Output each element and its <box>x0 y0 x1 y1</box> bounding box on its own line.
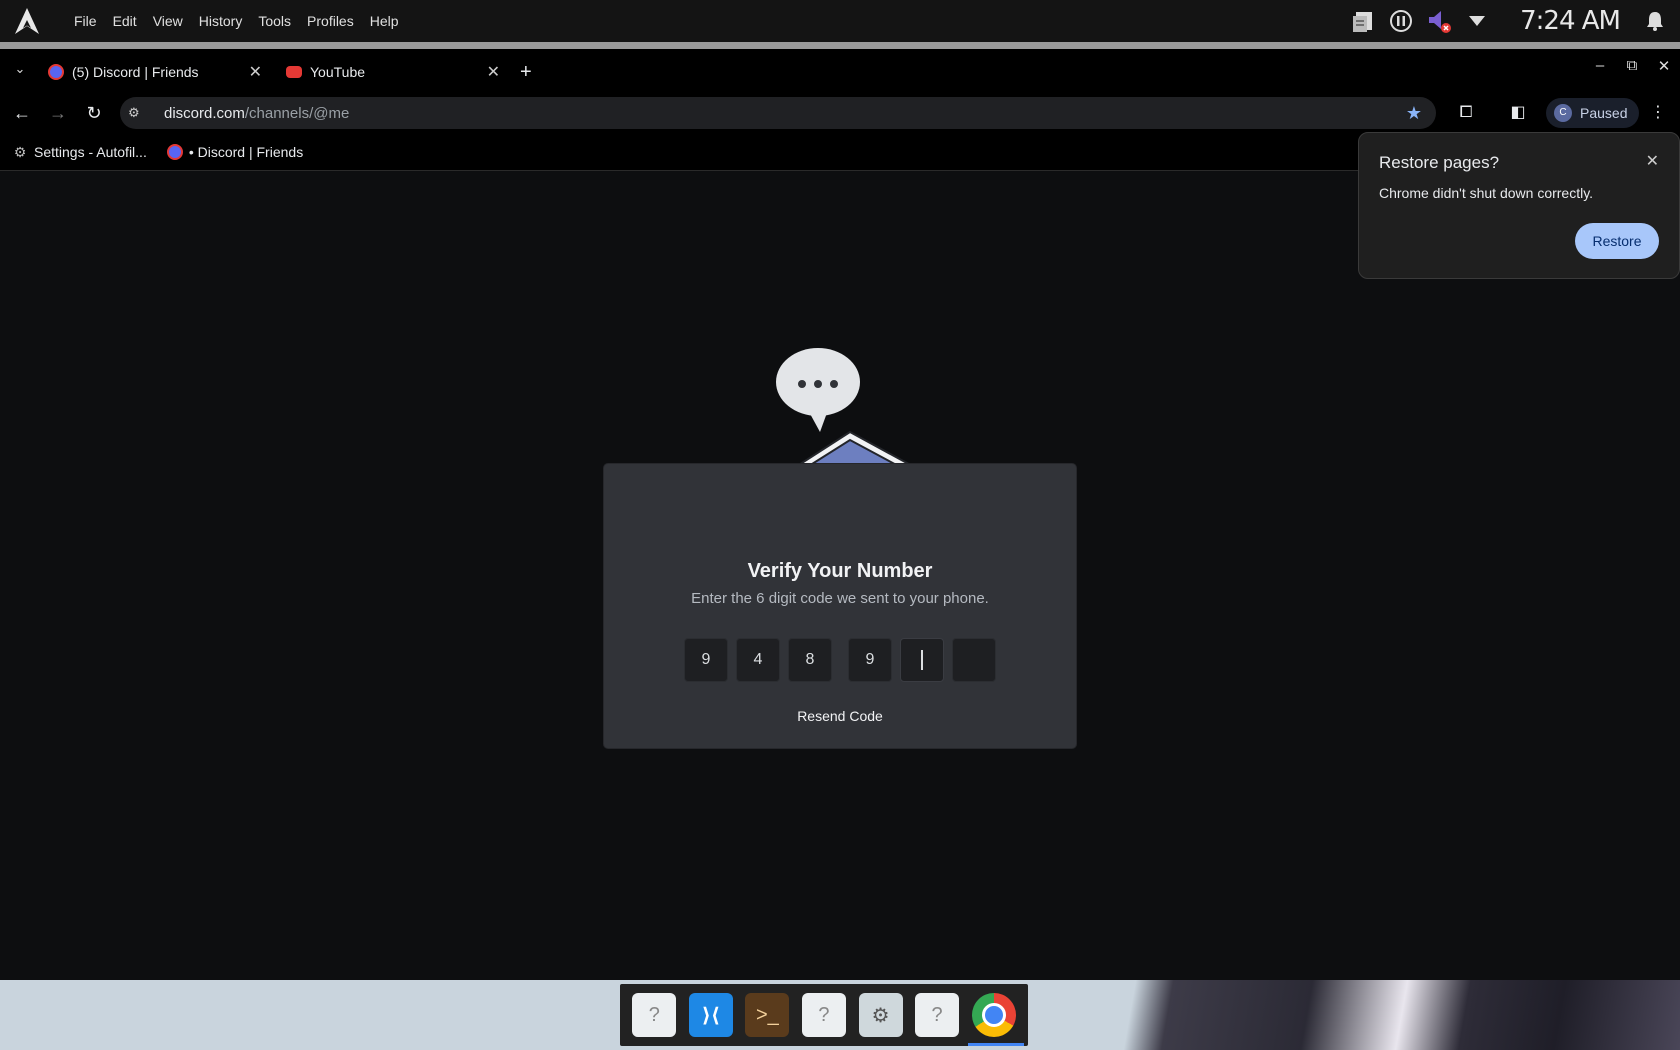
menu-history[interactable]: History <box>191 13 251 29</box>
new-tab-icon[interactable]: + <box>520 61 532 84</box>
bookmark-settings-autofill[interactable]: ⚙ Settings - Autofil... <box>12 144 147 160</box>
code-digit-3[interactable]: 8 <box>788 638 832 682</box>
menu-help[interactable]: Help <box>362 13 407 29</box>
site-info-icon[interactable]: ⚙ <box>128 105 148 121</box>
menu-edit[interactable]: Edit <box>105 13 145 29</box>
forward-icon[interactable]: → <box>46 101 70 125</box>
profile-button[interactable]: C Paused <box>1546 98 1640 128</box>
menu-view[interactable]: View <box>145 13 191 29</box>
discord-icon <box>166 143 183 160</box>
tab-strip: ⌄ (5) Discord | Friends ✕ YouTube ✕ + – … <box>0 49 1680 93</box>
bell-icon[interactable] <box>1642 8 1668 34</box>
close-window-icon[interactable]: ✕ <box>1648 57 1680 75</box>
unknown-file-icon[interactable]: ? <box>632 993 677 1037</box>
verify-number-modal: Verify Your Number Enter the 6 digit cod… <box>604 464 1076 748</box>
code-digit-1[interactable]: 9 <box>684 638 728 682</box>
close-icon[interactable]: ✕ <box>1646 151 1659 171</box>
tab-youtube[interactable]: YouTube ✕ <box>286 55 500 89</box>
tab-search-chevron-icon[interactable]: ⌄ <box>10 59 30 79</box>
clipboard-icon[interactable] <box>1350 8 1376 34</box>
url-path: /channels/@me <box>244 104 350 122</box>
desktop-dock-area: ? ⟩⟨ >_ ? ⚙ ? <box>0 980 1680 1050</box>
window-controls: – ⧉ ✕ <box>1584 57 1680 75</box>
bookmark-star-icon[interactable]: ★ <box>1406 103 1422 124</box>
close-tab-icon[interactable]: ✕ <box>487 62 500 82</box>
extensions-icon[interactable]: ⧠ <box>1454 101 1478 125</box>
tab-title: YouTube <box>310 64 366 80</box>
chevron-down-icon[interactable] <box>1464 8 1490 34</box>
modal-subtitle: Enter the 6 digit code we sent to your p… <box>691 590 989 607</box>
reload-icon[interactable]: ↻ <box>82 101 106 125</box>
settings-icon[interactable]: ⚙ <box>858 993 903 1037</box>
discord-icon <box>48 64 64 80</box>
pause-icon[interactable] <box>1388 8 1414 34</box>
resend-code-link[interactable]: Resend Code <box>604 708 1076 724</box>
app-menu: File Edit View History Tools Profiles He… <box>66 13 407 29</box>
tab-discord[interactable]: (5) Discord | Friends ✕ <box>48 55 262 89</box>
url-text: discord.com/channels/@me <box>164 105 349 122</box>
avatar: C <box>1554 104 1572 122</box>
profile-status: Paused <box>1580 105 1628 121</box>
code-digit-4[interactable]: 9 <box>848 638 892 682</box>
code-digit-6[interactable] <box>952 638 996 682</box>
menu-file[interactable]: File <box>66 13 105 29</box>
system-menu-bar: File Edit View History Tools Profiles He… <box>0 0 1680 42</box>
gear-icon: ⚙ <box>13 143 27 160</box>
bookmark-discord-friends[interactable]: • Discord | Friends <box>166 143 304 160</box>
modal-title: Verify Your Number <box>747 560 933 582</box>
tab-title: (5) Discord | Friends <box>72 64 199 80</box>
youtube-icon <box>286 66 302 78</box>
chrome-icon[interactable] <box>971 993 1016 1037</box>
unknown-file-icon[interactable]: ? <box>801 993 846 1037</box>
restore-window-icon[interactable]: ⧉ <box>1616 57 1648 75</box>
text-caret <box>921 649 923 670</box>
popup-body: Chrome didn't shut down correctly. <box>1379 185 1594 201</box>
menu-tools[interactable]: Tools <box>250 13 299 29</box>
clock[interactable]: 7:24 AM <box>1520 6 1621 36</box>
side-panel-icon[interactable]: ◧ <box>1506 101 1530 125</box>
arch-logo-icon[interactable] <box>12 6 42 36</box>
minimize-icon[interactable]: – <box>1584 57 1616 75</box>
restore-button[interactable]: Restore <box>1575 223 1659 259</box>
menu-bar-divider <box>0 42 1680 49</box>
system-tray: 7:24 AM <box>1350 0 1680 42</box>
browser-toolbar: ← → ↻ ⚙ discord.com/channels/@me ★ ⧠ ◧ C… <box>0 93 1680 133</box>
address-bar[interactable]: ⚙ discord.com/channels/@me ★ <box>120 97 1436 129</box>
dock: ? ⟩⟨ >_ ? ⚙ ? <box>620 984 1028 1046</box>
active-app-indicator <box>968 1043 1024 1046</box>
menu-profiles[interactable]: Profiles <box>299 13 362 29</box>
bookmark-label: Settings - Autofil... <box>34 143 147 160</box>
terminal-icon[interactable]: >_ <box>745 993 790 1037</box>
popup-title: Restore pages? <box>1379 153 1500 172</box>
bookmark-label: • Discord | Friends <box>188 143 304 160</box>
vscode-icon[interactable]: ⟩⟨ <box>688 993 733 1037</box>
url-domain: discord.com <box>164 104 245 122</box>
code-digit-5[interactable] <box>900 638 944 682</box>
wallpaper-artwork <box>1060 980 1680 1050</box>
more-menu-icon[interactable]: ⋮ <box>1646 101 1670 125</box>
volume-muted-icon[interactable] <box>1426 8 1452 34</box>
back-icon[interactable]: ← <box>10 101 34 125</box>
unknown-file-icon[interactable]: ? <box>915 993 960 1037</box>
close-tab-icon[interactable]: ✕ <box>249 62 262 82</box>
code-digit-2[interactable]: 4 <box>736 638 780 682</box>
restore-pages-popup: Restore pages? Chrome didn't shut down c… <box>1358 132 1680 279</box>
